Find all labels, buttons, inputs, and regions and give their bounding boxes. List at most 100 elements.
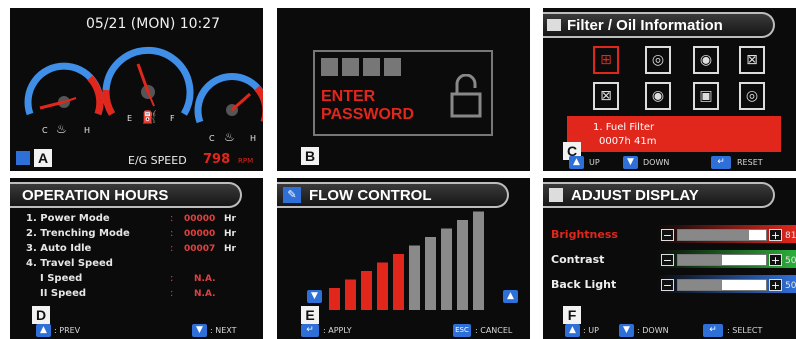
password-digit-slot[interactable] [321, 58, 338, 76]
adjust-label: Back Light [551, 278, 617, 291]
down-label: DOWN [643, 158, 670, 167]
down-arrow-icon[interactable]: ▼ [619, 324, 634, 337]
level-fill [678, 230, 750, 240]
engine-speed-label: E/G SPEED [128, 154, 187, 167]
adjust-display-panel: ADJUST DISPLAY Brightness − + 81% Contra… [543, 178, 796, 339]
flow-level-bar [361, 271, 372, 310]
decrease-icon[interactable]: − [661, 279, 674, 291]
coolant-temperature-icon: ♨ [56, 122, 67, 136]
gauge-screen-panel: 05/21 (MON) 10:27 C ♨ H E ⛽ F C ♨ H A E/… [10, 8, 263, 171]
up-arrow-icon[interactable]: ▲ [565, 324, 580, 337]
level-fill [678, 255, 722, 265]
panel-header: OPERATION HOURS [10, 182, 242, 208]
down-arrow-icon[interactable]: ▼ [192, 324, 207, 337]
fuel-filter-icon[interactable]: ⊞ [593, 46, 619, 74]
adjust-label: Contrast [551, 253, 605, 266]
panel-letter: D [32, 306, 50, 324]
hydraulic-oil-icon[interactable]: ◉ [645, 82, 671, 110]
op-row-label: II Speed [40, 288, 87, 299]
op-row-colon: : [170, 273, 174, 284]
display-settings-icon [549, 188, 563, 202]
panel-letter: B [301, 147, 319, 165]
decrease-icon[interactable]: − [661, 229, 674, 241]
enter-icon[interactable]: ↵ [711, 156, 731, 169]
panel-title: ADJUST DISPLAY [571, 187, 699, 204]
up-label: UP [589, 158, 600, 167]
level-bar[interactable] [677, 229, 767, 241]
enter-icon[interactable]: ↵ [301, 324, 319, 337]
level-percent: 81% [785, 231, 796, 241]
prev-label: : PREV [54, 326, 81, 335]
increase-icon[interactable]: + [769, 254, 782, 266]
pilot-filter-icon[interactable]: ▣ [693, 82, 719, 110]
increase-icon[interactable]: + [769, 229, 782, 241]
password-screen-panel: ENTER PASSWORD B [277, 8, 530, 171]
hydraulic-oil-temperature-gauge [194, 73, 263, 124]
select-label: : SELECT [727, 326, 763, 335]
level-bar[interactable] [677, 279, 767, 291]
apply-label: : APPLY [323, 326, 352, 335]
decrease-flow-icon[interactable]: ▼ [307, 290, 322, 303]
drain-filter-icon[interactable]: ◎ [739, 82, 765, 110]
op-row-label: 4. Travel Speed [26, 258, 113, 269]
gauge-high-label: H [84, 126, 91, 135]
enter-icon[interactable]: ↵ [703, 324, 723, 337]
panel-letter: F [563, 306, 581, 324]
engine-oil-icon[interactable]: ◉ [693, 46, 719, 74]
password-digit-slot[interactable] [384, 58, 401, 76]
increase-flow-icon[interactable]: ▲ [503, 290, 518, 303]
op-row-value: N.A. [194, 274, 216, 284]
reset-label: RESET [737, 158, 763, 167]
selected-item-name: 1. Fuel Filter [593, 122, 655, 133]
enter-password-line1: ENTER [321, 88, 376, 105]
flow-level-bar [377, 262, 388, 310]
password-digit-slot[interactable] [363, 58, 380, 76]
flow-level-bar [345, 279, 356, 310]
operation-hours-panel: OPERATION HOURS 1. Power Mode : 00000 Hr… [10, 178, 263, 339]
op-row-unit: Hr [224, 214, 236, 224]
level-percent: 50% [785, 256, 796, 266]
flow-control-icon: ✎ [283, 187, 301, 203]
op-row-label: 1. Power Mode [26, 213, 110, 224]
op-row-value: 00007 [184, 244, 216, 254]
level-bar[interactable] [677, 254, 767, 266]
op-row-value: N.A. [194, 289, 216, 299]
down-arrow-icon[interactable]: ▼ [623, 156, 638, 169]
filter-info-icon [547, 19, 561, 31]
fuel-icon: ⛽ [142, 110, 157, 124]
adjust-label: Brightness [551, 228, 618, 241]
panel-title: FLOW CONTROL [309, 187, 432, 204]
op-row-colon: : [170, 243, 174, 254]
return-filter-icon[interactable]: ⊠ [593, 82, 619, 110]
hydraulic-oil-temperature-icon: ♨ [224, 130, 235, 144]
esc-key[interactable]: ESC [453, 324, 471, 337]
password-digit-slot[interactable] [342, 58, 359, 76]
padlock-icon [450, 74, 482, 118]
panel-header: ADJUST DISPLAY [543, 182, 775, 208]
date-time: 05/21 (MON) 10:27 [86, 16, 221, 32]
up-arrow-icon[interactable]: ▲ [36, 324, 51, 337]
decrease-icon[interactable]: − [661, 254, 674, 266]
panel-title: OPERATION HOURS [22, 187, 169, 204]
panel-header: ✎ FLOW CONTROL [277, 182, 509, 208]
engine-oil-filter-icon[interactable]: ⊠ [739, 46, 765, 74]
op-row-value: 00000 [184, 214, 216, 224]
panel-letter: E [301, 306, 319, 324]
gauge-low-label: E [127, 114, 133, 123]
increase-icon[interactable]: + [769, 279, 782, 291]
flow-level-bar [441, 228, 452, 310]
op-row-colon: : [170, 213, 174, 224]
op-row-label: 3. Auto Idle [26, 243, 92, 254]
pre-filter-icon[interactable]: ◎ [645, 46, 671, 74]
flow-level-bar [329, 288, 340, 310]
coolant-temperature-gauge [24, 62, 104, 116]
next-label: : NEXT [210, 326, 237, 335]
engine-speed-value: 798 [203, 152, 231, 167]
panel-header: Filter / Oil Information [543, 12, 775, 38]
flow-level-bar [393, 254, 404, 310]
up-arrow-icon[interactable]: ▲ [569, 156, 584, 169]
op-row-colon: : [170, 228, 174, 239]
op-row-unit: Hr [224, 244, 236, 254]
menu-icon[interactable] [16, 151, 30, 165]
op-row-label: 2. Trenching Mode [26, 228, 130, 239]
